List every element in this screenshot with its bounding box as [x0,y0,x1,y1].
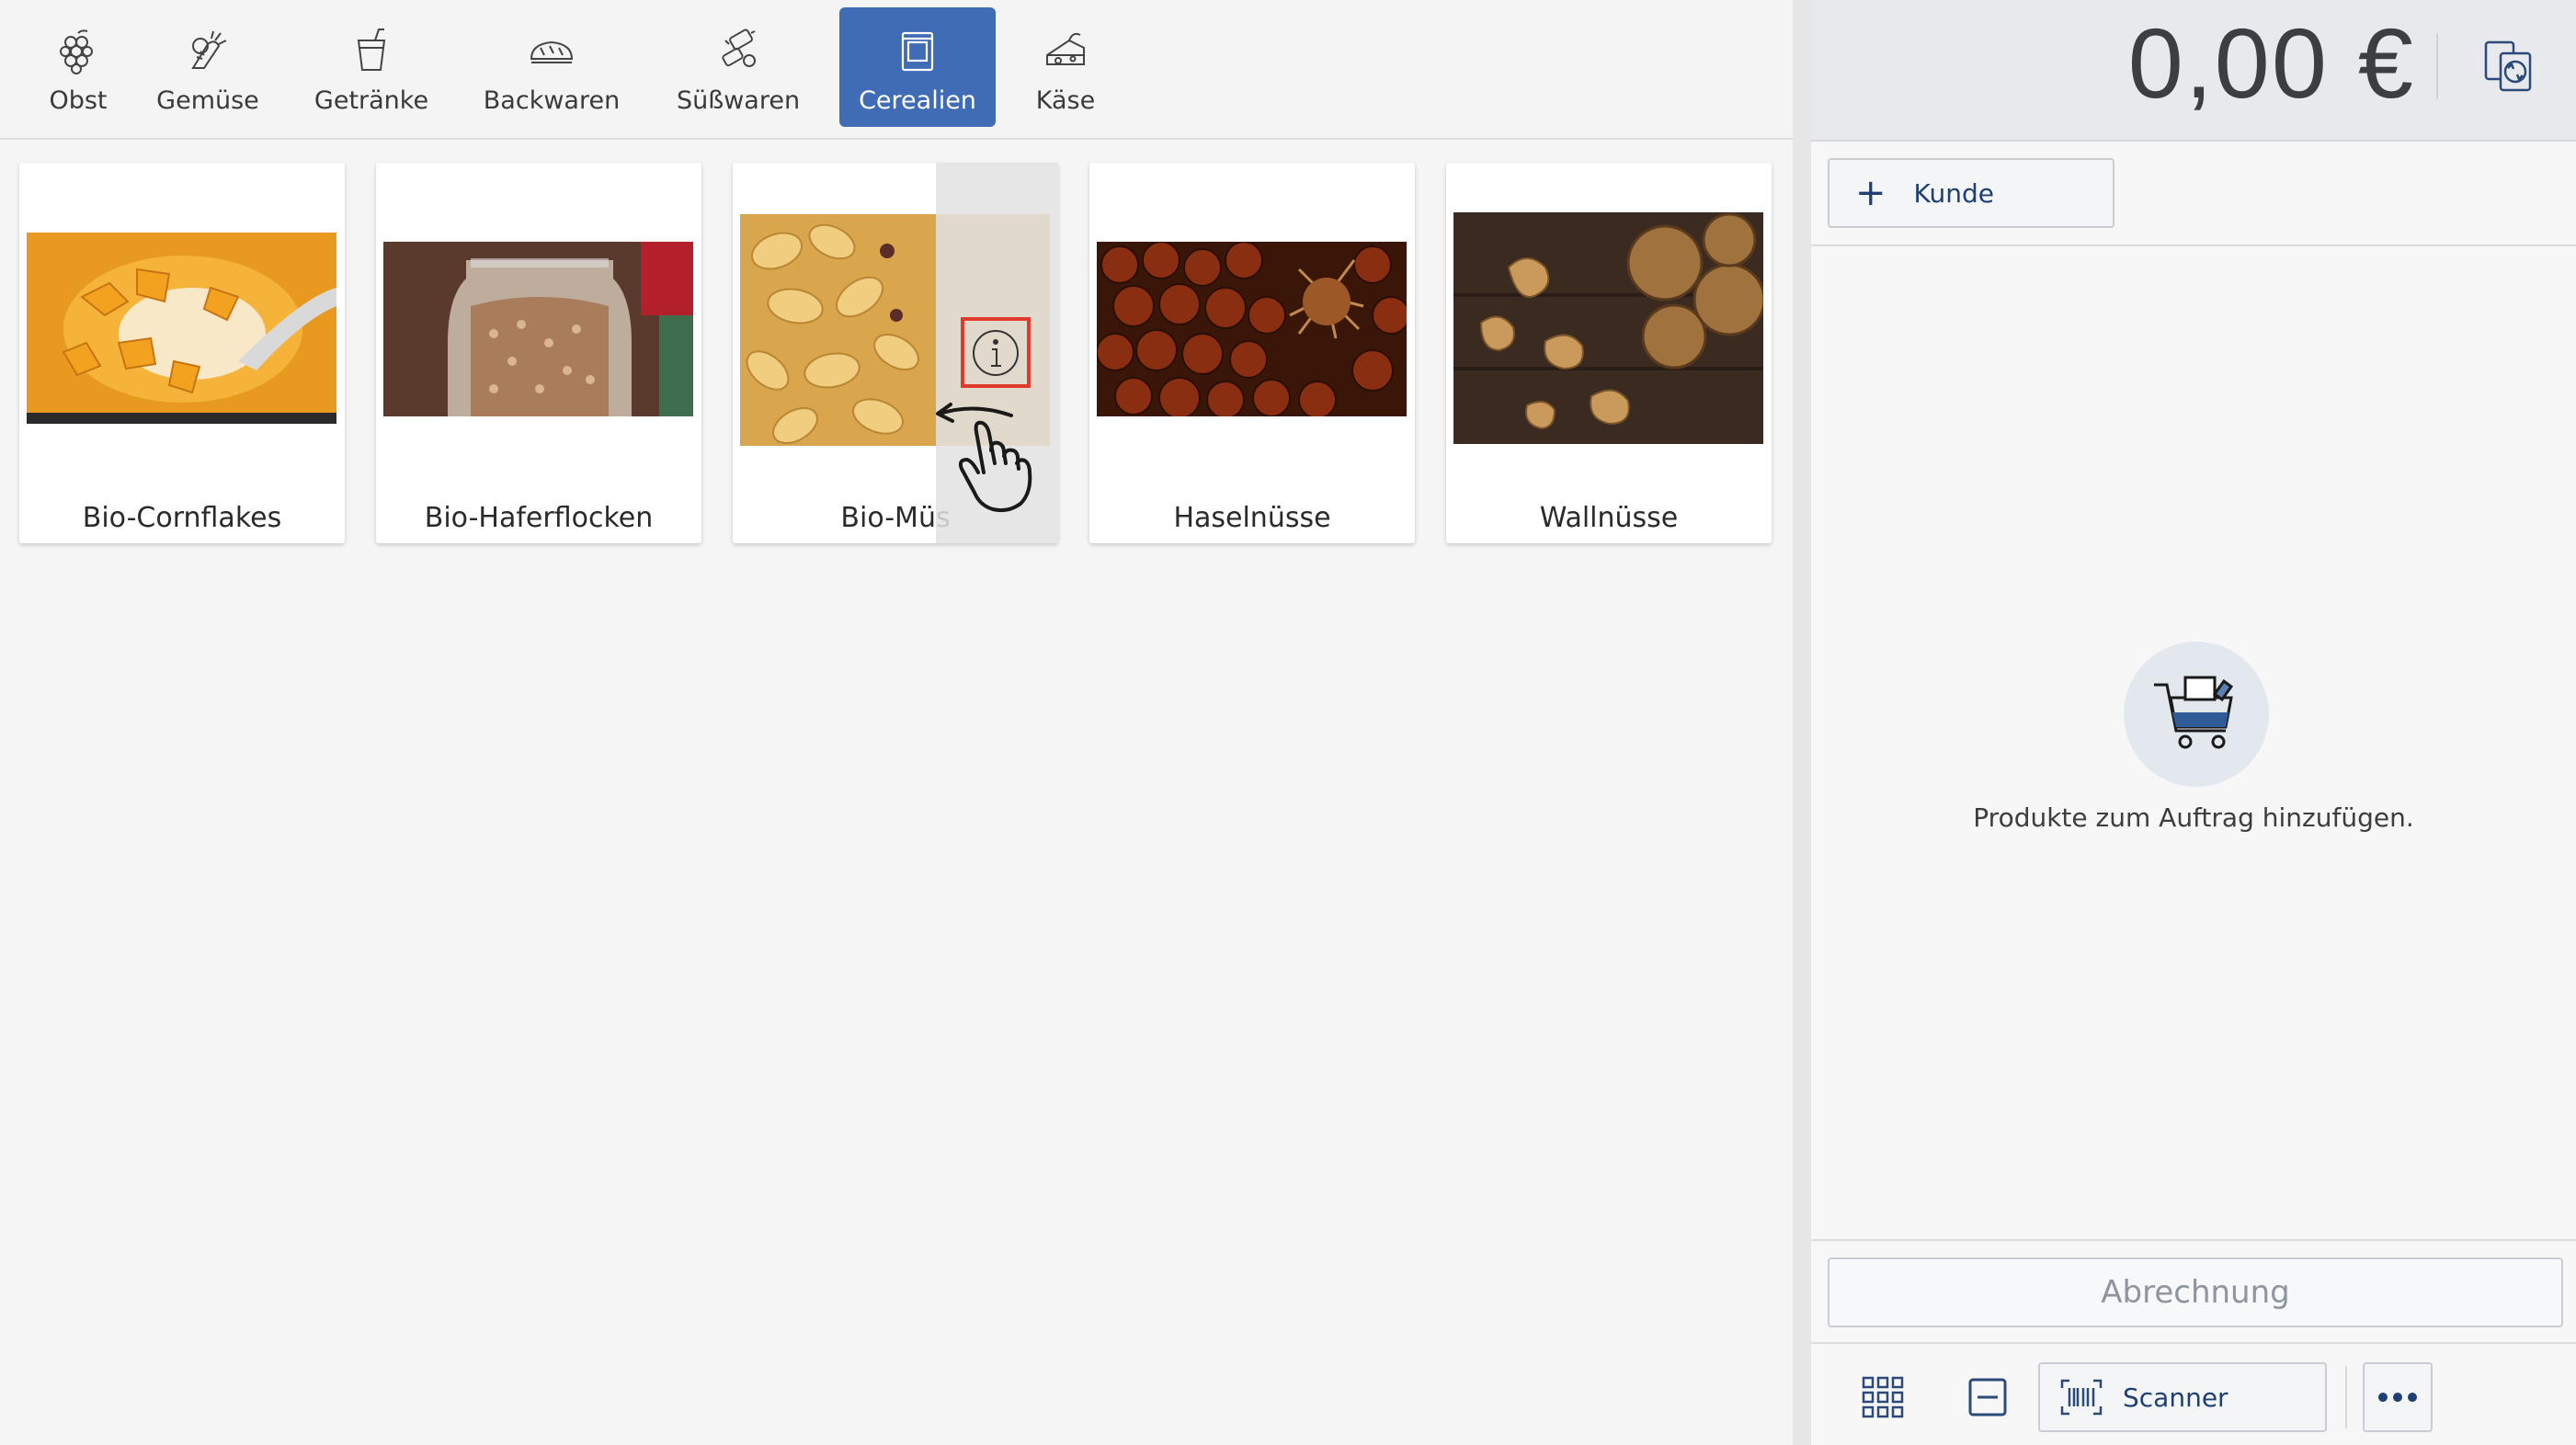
transfer-sync-icon[interactable] [2480,37,2539,96]
more-options-button[interactable] [2363,1362,2433,1432]
footer-separator [1811,1342,2576,1344]
bread-icon [530,40,574,63]
more-dots-icon [2378,1393,2417,1402]
product-info-button[interactable] [961,317,1031,388]
walnuts-photo [1453,212,1763,444]
plus-icon: + [1855,172,1886,214]
candy-icon [722,28,756,67]
vegetables-icon [191,30,227,69]
grid-view-button[interactable] [1848,1366,1918,1428]
info-icon [973,329,1019,376]
category-label: Süßwaren [676,86,801,115]
empty-order-message: Produkte zum Auftrag hinzufügen. [1973,802,2414,833]
hazelnuts-photo [1097,242,1407,416]
category-label: Obst [49,86,108,115]
checkout-button[interactable]: Abrechnung [1828,1257,2563,1327]
customer-row: + Kunde [1811,140,2576,246]
shopping-cart-icon [2154,676,2234,749]
category-getraenke[interactable]: Getränke [293,7,450,127]
cereal-box-icon [901,31,934,72]
product-name: Bio-Haferflocken [424,502,654,534]
category-label: Getränke [313,86,429,115]
category-kaese[interactable]: Käse [987,7,1144,127]
product-name: Haselnüsse [1173,502,1331,534]
drink-cup-icon [357,28,386,71]
checkout-separator [1811,1239,2576,1241]
product-card-haselnuesse[interactable]: Haselnüsse [1089,163,1415,543]
product-name: Bio-Cornflakes [82,502,282,534]
total-bar: 0,00 € [1811,0,2576,142]
grapes-icon [60,29,93,74]
barcode-scanner-icon [2060,1379,2103,1416]
category-label: Cerealien [859,86,976,115]
order-total: 0,00 € [2127,7,2415,119]
swipe-left-hand-icon [936,403,1032,513]
category-label: Gemüse [156,86,259,115]
product-name: Wallnüsse [1539,502,1679,534]
grid-view-icon [1862,1376,1904,1418]
total-separator [2436,33,2438,99]
product-card-wallnuesse[interactable]: Wallnüsse [1446,163,1772,543]
footer-button-separator [2345,1366,2347,1428]
minus-box-icon [1968,1378,2007,1417]
product-card-bio-haferflocken[interactable]: Bio-Haferflocken [376,163,701,543]
category-backwaren[interactable]: Backwaren [473,7,630,127]
add-customer-label: Kunde [1913,177,1994,209]
empty-cart-illustration [2124,642,2269,787]
cheese-icon [1046,32,1085,65]
product-card-bio-cornflakes[interactable]: Bio-Cornflakes [19,163,345,543]
scanner-button[interactable]: Scanner [2038,1362,2327,1432]
category-bar: Obst Gemüse Getränke Backwaren Süßwaren … [0,0,1793,140]
oatmeal-jar-photo [383,242,693,416]
panel-divider [1793,0,1811,1445]
scanner-label: Scanner [2123,1382,2228,1413]
category-cerealien[interactable]: Cerealien [839,7,996,127]
order-panel: 0,00 € + Kunde Produkte zum Auftrag hinz… [1811,0,2576,1445]
cornflakes-photo [27,233,336,424]
category-gemuese[interactable]: Gemüse [130,7,286,127]
add-customer-button[interactable]: + Kunde [1828,158,2114,228]
category-suesswaren[interactable]: Süßwaren [660,7,816,127]
remove-item-button[interactable] [1953,1366,2023,1428]
category-label: Käse [1035,86,1096,115]
category-label: Backwaren [483,86,621,115]
